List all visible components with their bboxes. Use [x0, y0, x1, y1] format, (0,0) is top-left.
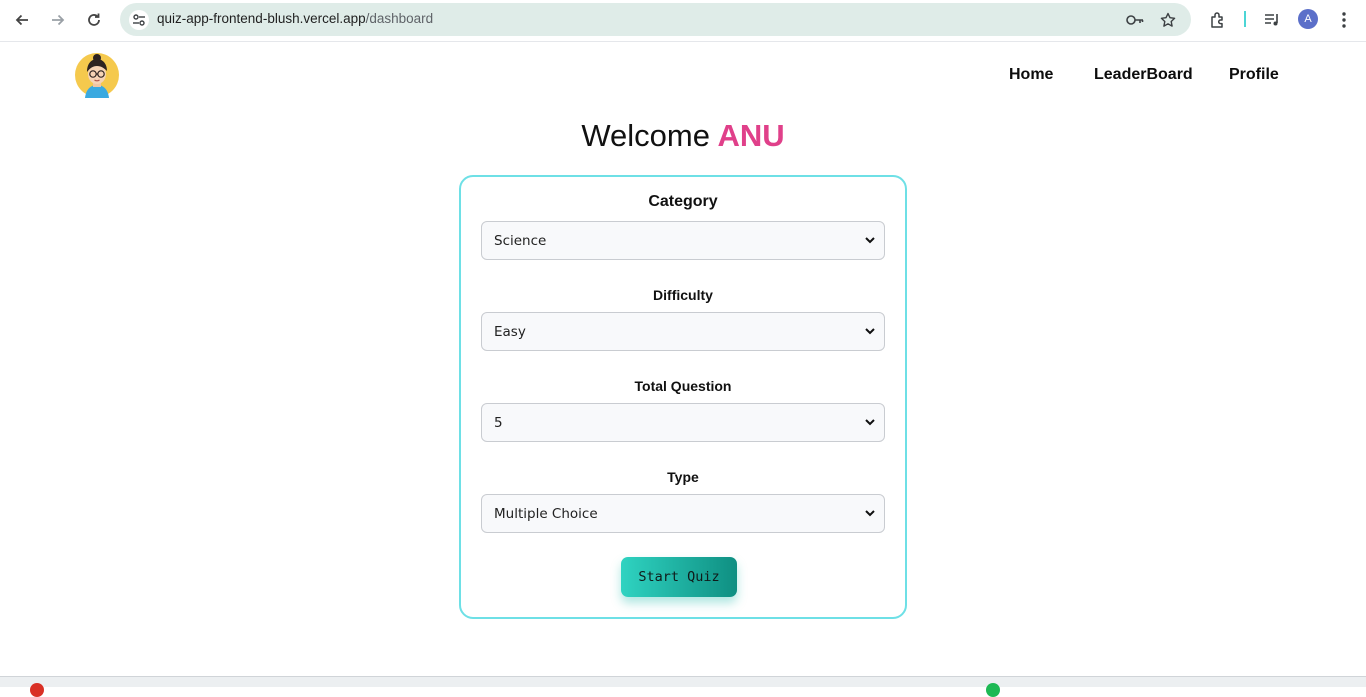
total-question-selected-value: 5	[494, 414, 503, 431]
avatar-logo-icon	[75, 53, 119, 98]
type-selected-value: Multiple Choice	[494, 505, 598, 522]
chevron-down-icon	[865, 419, 875, 426]
bookmark-star-icon[interactable]	[1158, 10, 1178, 30]
address-bar[interactable]: quiz-app-frontend-blush.vercel.app/dashb…	[120, 3, 1191, 36]
nav-profile[interactable]: Profile	[1229, 66, 1279, 84]
more-menu-icon[interactable]	[1332, 8, 1356, 32]
reload-icon[interactable]	[82, 8, 106, 32]
url-path: /dashboard	[365, 11, 434, 26]
toolbar-divider	[1244, 11, 1246, 27]
back-icon[interactable]	[10, 8, 34, 32]
forward-icon[interactable]	[46, 8, 70, 32]
profile-avatar[interactable]: A	[1298, 9, 1318, 29]
url-text[interactable]: quiz-app-frontend-blush.vercel.app/dashb…	[157, 11, 433, 26]
total-question-select[interactable]: 5	[481, 403, 885, 442]
category-label: Category	[648, 193, 718, 210]
chevron-down-icon	[865, 328, 875, 335]
nav-home[interactable]: Home	[1009, 66, 1053, 84]
difficulty-selected-value: Easy	[494, 323, 526, 340]
taskbar-app-icon[interactable]	[30, 683, 44, 697]
welcome-user-name: ANU	[717, 118, 785, 153]
app-logo[interactable]	[74, 52, 120, 98]
category-selected-value: Science	[494, 232, 547, 249]
chevron-down-icon	[865, 510, 875, 517]
total-question-label: Total Question	[634, 378, 732, 394]
media-queue-icon[interactable]	[1260, 8, 1284, 32]
password-key-icon[interactable]	[1125, 10, 1145, 30]
chevron-down-icon	[865, 237, 875, 244]
extensions-icon[interactable]	[1206, 8, 1230, 32]
quiz-settings-card: Category Science Difficulty Easy Total Q…	[459, 175, 907, 619]
type-select[interactable]: Multiple Choice	[481, 494, 885, 533]
category-select[interactable]: Science	[481, 221, 885, 260]
taskbar-app-icon[interactable]	[986, 683, 1000, 697]
nav-leaderboard[interactable]: LeaderBoard	[1094, 66, 1193, 84]
site-settings-icon[interactable]	[129, 10, 149, 30]
taskbar-strip	[0, 676, 1366, 697]
start-quiz-button[interactable]: Start Quiz	[621, 557, 737, 597]
difficulty-label: Difficulty	[653, 287, 713, 303]
welcome-heading: Welcome ANU	[0, 118, 1366, 154]
url-host: quiz-app-frontend-blush.vercel.app	[157, 11, 366, 26]
welcome-prefix: Welcome	[581, 118, 710, 153]
browser-toolbar: quiz-app-frontend-blush.vercel.app/dashb…	[0, 0, 1366, 42]
type-label: Type	[667, 469, 699, 485]
difficulty-select[interactable]: Easy	[481, 312, 885, 351]
